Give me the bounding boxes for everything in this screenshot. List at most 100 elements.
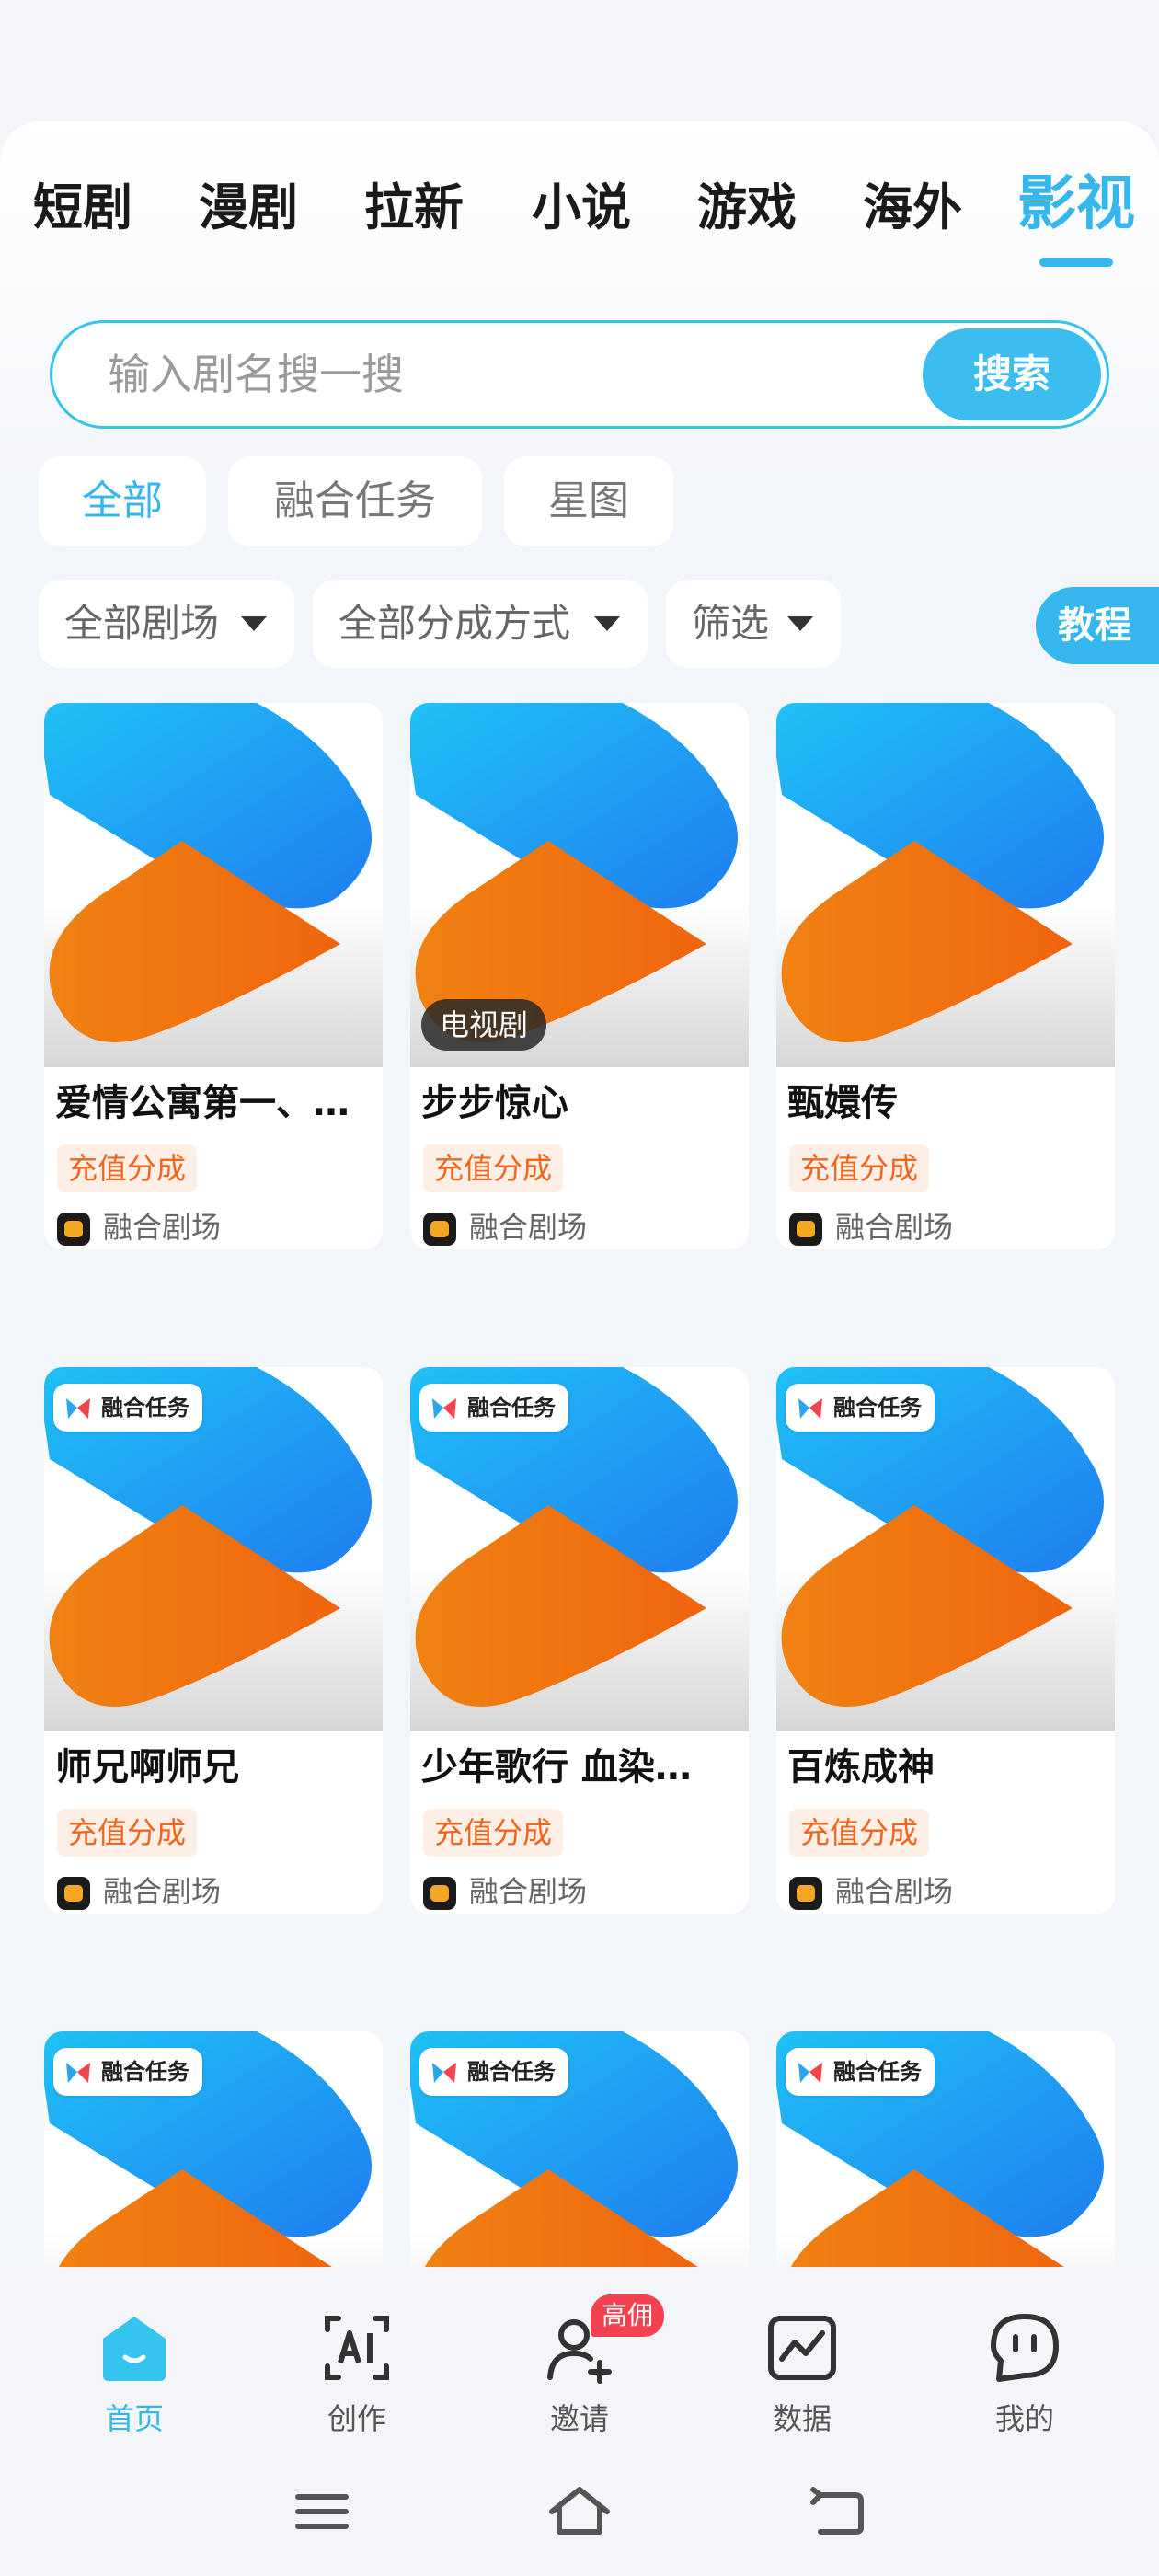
revenue-share-tag: 充值分成 bbox=[57, 1144, 198, 1192]
back-icon[interactable] bbox=[800, 2478, 874, 2543]
home-icon bbox=[103, 2317, 166, 2381]
revenue-share-dropdown[interactable]: 全部分成方式 bbox=[313, 580, 648, 668]
theater-logo-icon bbox=[423, 1877, 456, 1910]
theater-source: 融合剧场 bbox=[57, 1871, 221, 1912]
menu-icon[interactable] bbox=[285, 2478, 359, 2543]
drama-poster-image bbox=[776, 703, 1115, 1067]
drama-card[interactable]: 电视剧步步惊心充值分成融合剧场 bbox=[410, 703, 749, 1249]
drama-card[interactable]: 融合任务 百炼成神 充值分成 融合剧场 bbox=[776, 1367, 1115, 1914]
status-bar-area bbox=[0, 0, 1159, 121]
fusion-task-badge: 融合任务 bbox=[419, 2048, 568, 2096]
tab-game[interactable]: 游戏 bbox=[697, 171, 797, 245]
revenue-share-tag: 充值分成 bbox=[423, 1144, 564, 1192]
revenue-share-tag: 充值分成 bbox=[57, 1809, 198, 1857]
theater-logo-icon bbox=[789, 1213, 822, 1246]
theater-source: 融合剧场 bbox=[423, 1207, 587, 1248]
theater-source: 融合剧场 bbox=[57, 1207, 221, 1248]
revenue-share-dropdown-label: 全部分成方式 bbox=[339, 601, 571, 646]
theater-source-label: 融合剧场 bbox=[103, 1210, 222, 1245]
theater-logo-icon bbox=[57, 1213, 90, 1246]
theater-logo-icon bbox=[57, 1877, 90, 1910]
fusion-task-badge-label: 融合任务 bbox=[101, 2059, 189, 2085]
drama-card[interactable]: 融合任务少年歌行 血染… 充值分成融合剧场 bbox=[410, 1367, 749, 1914]
theater-logo-icon bbox=[423, 1213, 456, 1246]
fusion-task-badge: 融合任务 bbox=[786, 2048, 935, 2096]
filter-dropdown[interactable]: 筛选 bbox=[666, 580, 841, 668]
theater-source: 融合剧场 bbox=[789, 1871, 953, 1912]
drama-title: 步步惊心 bbox=[421, 1082, 568, 1124]
drama-title: 爱情公寓第一、… bbox=[55, 1082, 350, 1124]
drama-poster-image bbox=[44, 703, 383, 1067]
fusion-task-badge: 融合任务 bbox=[786, 1384, 935, 1432]
fusion-task-logo-icon bbox=[432, 1398, 456, 1419]
fusion-task-logo-icon bbox=[432, 2063, 456, 2083]
chat-face-icon bbox=[991, 2314, 1059, 2382]
drama-card[interactable]: 甄嬛传 充值分成 融合剧场 bbox=[776, 703, 1115, 1249]
theater-source-label: 融合剧场 bbox=[835, 1210, 954, 1245]
search-button[interactable]: 搜索 bbox=[923, 328, 1101, 420]
filter-dropdown-label: 筛选 bbox=[692, 601, 770, 646]
tab-new-user[interactable]: 拉新 bbox=[364, 171, 464, 245]
fusion-task-logo-icon bbox=[66, 1398, 90, 1419]
tab-comic-drama[interactable]: 漫剧 bbox=[199, 171, 298, 245]
ai-create-icon bbox=[325, 2316, 389, 2380]
fusion-task-logo-icon bbox=[798, 2063, 822, 2083]
fusion-task-badge-label: 融合任务 bbox=[101, 1395, 189, 1420]
drama-title: 少年歌行 血染… bbox=[421, 1746, 692, 1788]
theater-dropdown[interactable]: 全部剧场 bbox=[39, 580, 294, 668]
drama-grid: 爱情公寓第一、… 充值分成 融合剧场 电视剧 步步惊心 充值分成 融合剧场 甄嬛传 充值分成 融合… bbox=[0, 703, 1159, 2267]
theater-source: 融合剧场 bbox=[423, 1871, 587, 1912]
theater-source-label: 融合剧场 bbox=[103, 1874, 222, 1909]
nav-data-label: 数据 bbox=[772, 2401, 832, 2436]
drama-card[interactable]: 融合任务师兄啊师兄充值分成融合剧场 bbox=[44, 1367, 383, 1914]
nav-home[interactable]: 首页 bbox=[61, 2311, 208, 2449]
tab-novel[interactable]: 小说 bbox=[532, 171, 631, 245]
bottom-nav: 首页 创作 高佣 邀请 数据 我的 bbox=[0, 2267, 1159, 2451]
theater-source-label: 融合剧场 bbox=[469, 1210, 588, 1245]
revenue-share-tag: 充值分成 bbox=[789, 1809, 930, 1857]
chevron-down-icon bbox=[787, 616, 813, 631]
theater-source-label: 融合剧场 bbox=[835, 1874, 954, 1909]
fusion-task-logo-icon bbox=[798, 1398, 822, 1419]
drama-card[interactable]: 融合任务 bbox=[776, 2031, 1115, 2267]
filter-fusion-task[interactable]: 融合任务 bbox=[228, 456, 482, 546]
tutorial-button[interactable]: 教程 bbox=[1036, 587, 1159, 664]
search-bar: 搜索 bbox=[50, 320, 1109, 429]
nav-data[interactable]: 数据 bbox=[729, 2311, 876, 2449]
tab-short-drama[interactable]: 短剧 bbox=[33, 171, 132, 245]
tv-series-badge: 电视剧 bbox=[421, 999, 547, 1051]
nav-mine[interactable]: 我的 bbox=[951, 2311, 1098, 2449]
category-tabs: 短剧 漫剧 拉新 小说 游戏 海外 影视 bbox=[0, 170, 1159, 282]
filter-all[interactable]: 全部 bbox=[39, 456, 206, 546]
drama-card[interactable]: 爱情公寓第一、… 充值分成融合剧场 bbox=[44, 703, 383, 1249]
system-nav-bar bbox=[0, 2451, 1159, 2576]
theater-dropdown-label: 全部剧场 bbox=[64, 601, 220, 646]
theater-source: 融合剧场 bbox=[789, 1207, 953, 1248]
nav-invite[interactable]: 高佣 邀请 bbox=[506, 2294, 665, 2449]
fusion-task-badge: 融合任务 bbox=[53, 2048, 202, 2096]
tab-film-tv[interactable]: 影视 bbox=[1017, 167, 1135, 241]
main-panel: 短剧 漫剧 拉新 小说 游戏 海外 影视 搜索 全部 融合任务 星图 全部剧场 … bbox=[0, 121, 1159, 2267]
theater-logo-icon bbox=[789, 1877, 822, 1910]
high-commission-badge: 高佣 bbox=[591, 2294, 665, 2337]
drama-card[interactable]: 融合任务 bbox=[410, 2031, 749, 2267]
fusion-task-badge-label: 融合任务 bbox=[833, 2059, 922, 2085]
nav-home-label: 首页 bbox=[104, 2401, 164, 2436]
theater-source-label: 融合剧场 bbox=[469, 1874, 588, 1909]
revenue-share-tag: 充值分成 bbox=[423, 1809, 564, 1857]
fusion-task-badge: 融合任务 bbox=[53, 1384, 202, 1432]
chevron-down-icon bbox=[241, 616, 267, 631]
revenue-share-tag: 充值分成 bbox=[789, 1144, 930, 1192]
active-tab-indicator bbox=[1039, 258, 1113, 267]
drama-card[interactable]: 融合任务 bbox=[44, 2031, 383, 2267]
filter-star-map[interactable]: 星图 bbox=[504, 456, 673, 546]
fusion-task-badge-label: 融合任务 bbox=[467, 1395, 556, 1420]
search-input[interactable] bbox=[108, 345, 899, 404]
nav-create[interactable]: 创作 bbox=[283, 2311, 430, 2449]
fusion-task-badge-label: 融合任务 bbox=[833, 1395, 922, 1420]
fusion-task-badge-label: 融合任务 bbox=[467, 2059, 556, 2085]
nav-invite-label: 邀请 bbox=[549, 2401, 609, 2436]
drama-title: 师兄啊师兄 bbox=[55, 1746, 239, 1788]
tab-overseas[interactable]: 海外 bbox=[863, 171, 962, 245]
home-button-icon[interactable] bbox=[543, 2478, 616, 2543]
